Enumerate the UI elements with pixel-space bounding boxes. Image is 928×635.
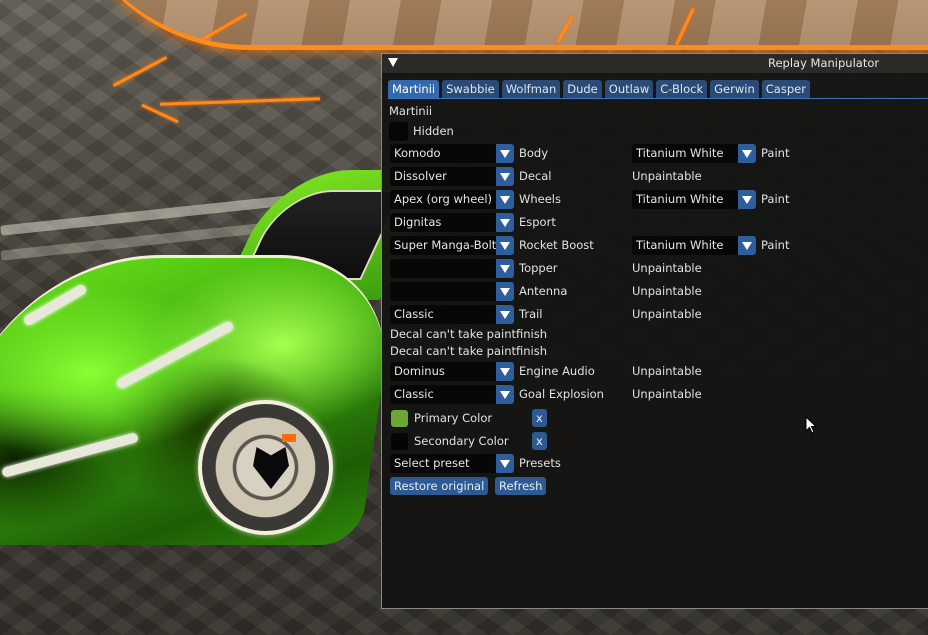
goal-explosion-combo[interactable]: Classic <box>390 385 514 404</box>
topper-label: Topper <box>519 261 558 275</box>
tab-outlaw[interactable]: Outlaw <box>604 80 654 98</box>
secondary-color-label: Secondary Color <box>414 434 509 448</box>
rocket-boost-paint-value: Titanium White <box>632 236 738 255</box>
dropdown-arrow-icon[interactable] <box>496 259 514 278</box>
dropdown-arrow-icon[interactable] <box>496 305 514 324</box>
body-combo[interactable]: Komodo <box>390 144 514 163</box>
rocket-boost-combo-value: Super Manga-Bolt <box>390 236 496 255</box>
presets-combo[interactable]: Select preset <box>390 454 514 473</box>
engine-audio-paint-status: Unpaintable <box>632 364 702 378</box>
decal-combo-value: Dissolver <box>390 167 496 186</box>
goal-explosion-paint-status: Unpaintable <box>632 387 702 401</box>
tab-c-block[interactable]: C-Block <box>656 80 708 98</box>
esport-combo[interactable]: Dignitas <box>390 213 514 232</box>
wheels-combo[interactable]: Apex (org wheel) <box>390 190 514 209</box>
primary-color-label: Primary Color <box>414 411 493 425</box>
player-tabs: Martinii Swabbie Wolfman Dude Outlaw C-B… <box>388 80 928 99</box>
rocket-boost-paint-combo[interactable]: Titanium White <box>632 236 756 255</box>
tab-martinii[interactable]: Martinii <box>388 80 440 98</box>
dropdown-arrow-icon[interactable] <box>738 144 756 163</box>
dropdown-arrow-icon[interactable] <box>496 362 514 381</box>
antenna-label: Antenna <box>519 284 568 298</box>
paintfinish-notice: Decal can't take paintfinish <box>390 344 548 358</box>
trail-label: Trail <box>519 307 543 321</box>
dropdown-arrow-icon[interactable] <box>738 190 756 209</box>
wheels-paint-label: Paint <box>761 192 790 206</box>
decal-label: Decal <box>519 169 552 183</box>
engine-audio-combo-value: Dominus <box>390 362 496 381</box>
esport-combo-value: Dignitas <box>390 213 496 232</box>
rocket-boost-label: Rocket Boost <box>519 238 594 252</box>
body-label: Body <box>519 146 549 160</box>
tab-wolfman[interactable]: Wolfman <box>501 80 561 98</box>
dropdown-arrow-icon[interactable] <box>496 167 514 186</box>
dropdown-arrow-icon[interactable] <box>738 236 756 255</box>
decal-combo[interactable]: Dissolver <box>390 167 514 186</box>
topper-paint-status: Unpaintable <box>632 261 702 275</box>
tab-casper[interactable]: Casper <box>761 80 810 98</box>
dropdown-arrow-icon[interactable] <box>496 282 514 301</box>
clear-primary-color-button[interactable]: x <box>532 409 547 427</box>
wheels-label: Wheels <box>519 192 561 206</box>
dropdown-arrow-icon[interactable] <box>496 213 514 232</box>
window-titlebar[interactable]: Replay Manipulator <box>382 54 928 73</box>
dropdown-arrow-icon[interactable] <box>496 190 514 209</box>
decal-paint-status: Unpaintable <box>632 169 702 183</box>
engine-audio-combo[interactable]: Dominus <box>390 362 514 381</box>
collapse-triangle-icon[interactable] <box>388 58 398 67</box>
refresh-button[interactable]: Refresh <box>495 477 547 495</box>
body-paint-label: Paint <box>761 146 790 160</box>
engine-audio-label: Engine Audio <box>519 364 595 378</box>
antenna-combo[interactable] <box>390 282 514 301</box>
goal-explosion-combo-value: Classic <box>390 385 496 404</box>
primary-color-row: Primary Color <box>391 408 492 428</box>
topper-combo-value <box>390 259 496 278</box>
tab-dude[interactable]: Dude <box>563 80 602 98</box>
dropdown-arrow-icon[interactable] <box>496 144 514 163</box>
hidden-toggle[interactable]: Hidden <box>389 121 454 141</box>
hidden-label: Hidden <box>413 124 454 138</box>
body-combo-value: Komodo <box>390 144 496 163</box>
restore-original-button[interactable]: Restore original <box>390 477 489 495</box>
window-title: Replay Manipulator <box>768 56 880 70</box>
wheels-paint-value: Titanium White <box>632 190 738 209</box>
goal-explosion-label: Goal Explosion <box>519 387 604 401</box>
trail-combo-value: Classic <box>390 305 496 324</box>
wheel-accent <box>282 434 296 442</box>
paintfinish-notice: Decal can't take paintfinish <box>390 327 548 341</box>
secondary-color-row: Secondary Color <box>391 431 509 451</box>
replay-manipulator-window: Replay Manipulator Martinii Swabbie Wolf… <box>381 53 928 609</box>
antenna-combo-value <box>390 282 496 301</box>
presets-label: Presets <box>519 456 561 470</box>
rocket-boost-combo[interactable]: Super Manga-Bolt <box>390 236 514 255</box>
dropdown-arrow-icon[interactable] <box>496 236 514 255</box>
wheels-combo-value: Apex (org wheel) <box>390 190 496 209</box>
hidden-checkbox[interactable] <box>389 121 408 141</box>
antenna-paint-status: Unpaintable <box>632 284 702 298</box>
rocket-boost-paint-label: Paint <box>761 238 790 252</box>
primary-color-swatch[interactable] <box>391 409 408 427</box>
trail-combo[interactable]: Classic <box>390 305 514 324</box>
body-paint-value: Titanium White <box>632 144 738 163</box>
dropdown-arrow-icon[interactable] <box>496 454 514 473</box>
wheels-paint-combo[interactable]: Titanium White <box>632 190 756 209</box>
dropdown-arrow-icon[interactable] <box>496 385 514 404</box>
secondary-color-swatch[interactable] <box>391 432 408 450</box>
trail-paint-status: Unpaintable <box>632 307 702 321</box>
mouse-cursor-icon <box>805 416 817 434</box>
topper-combo[interactable] <box>390 259 514 278</box>
esport-label: Esport <box>519 215 556 229</box>
clear-secondary-color-button[interactable]: x <box>532 432 547 450</box>
tab-gerwin[interactable]: Gerwin <box>710 80 759 98</box>
body-paint-combo[interactable]: Titanium White <box>632 144 756 163</box>
player-name: Martinii <box>389 104 433 118</box>
presets-combo-value: Select preset <box>390 454 496 473</box>
tab-swabbie[interactable]: Swabbie <box>442 80 499 98</box>
